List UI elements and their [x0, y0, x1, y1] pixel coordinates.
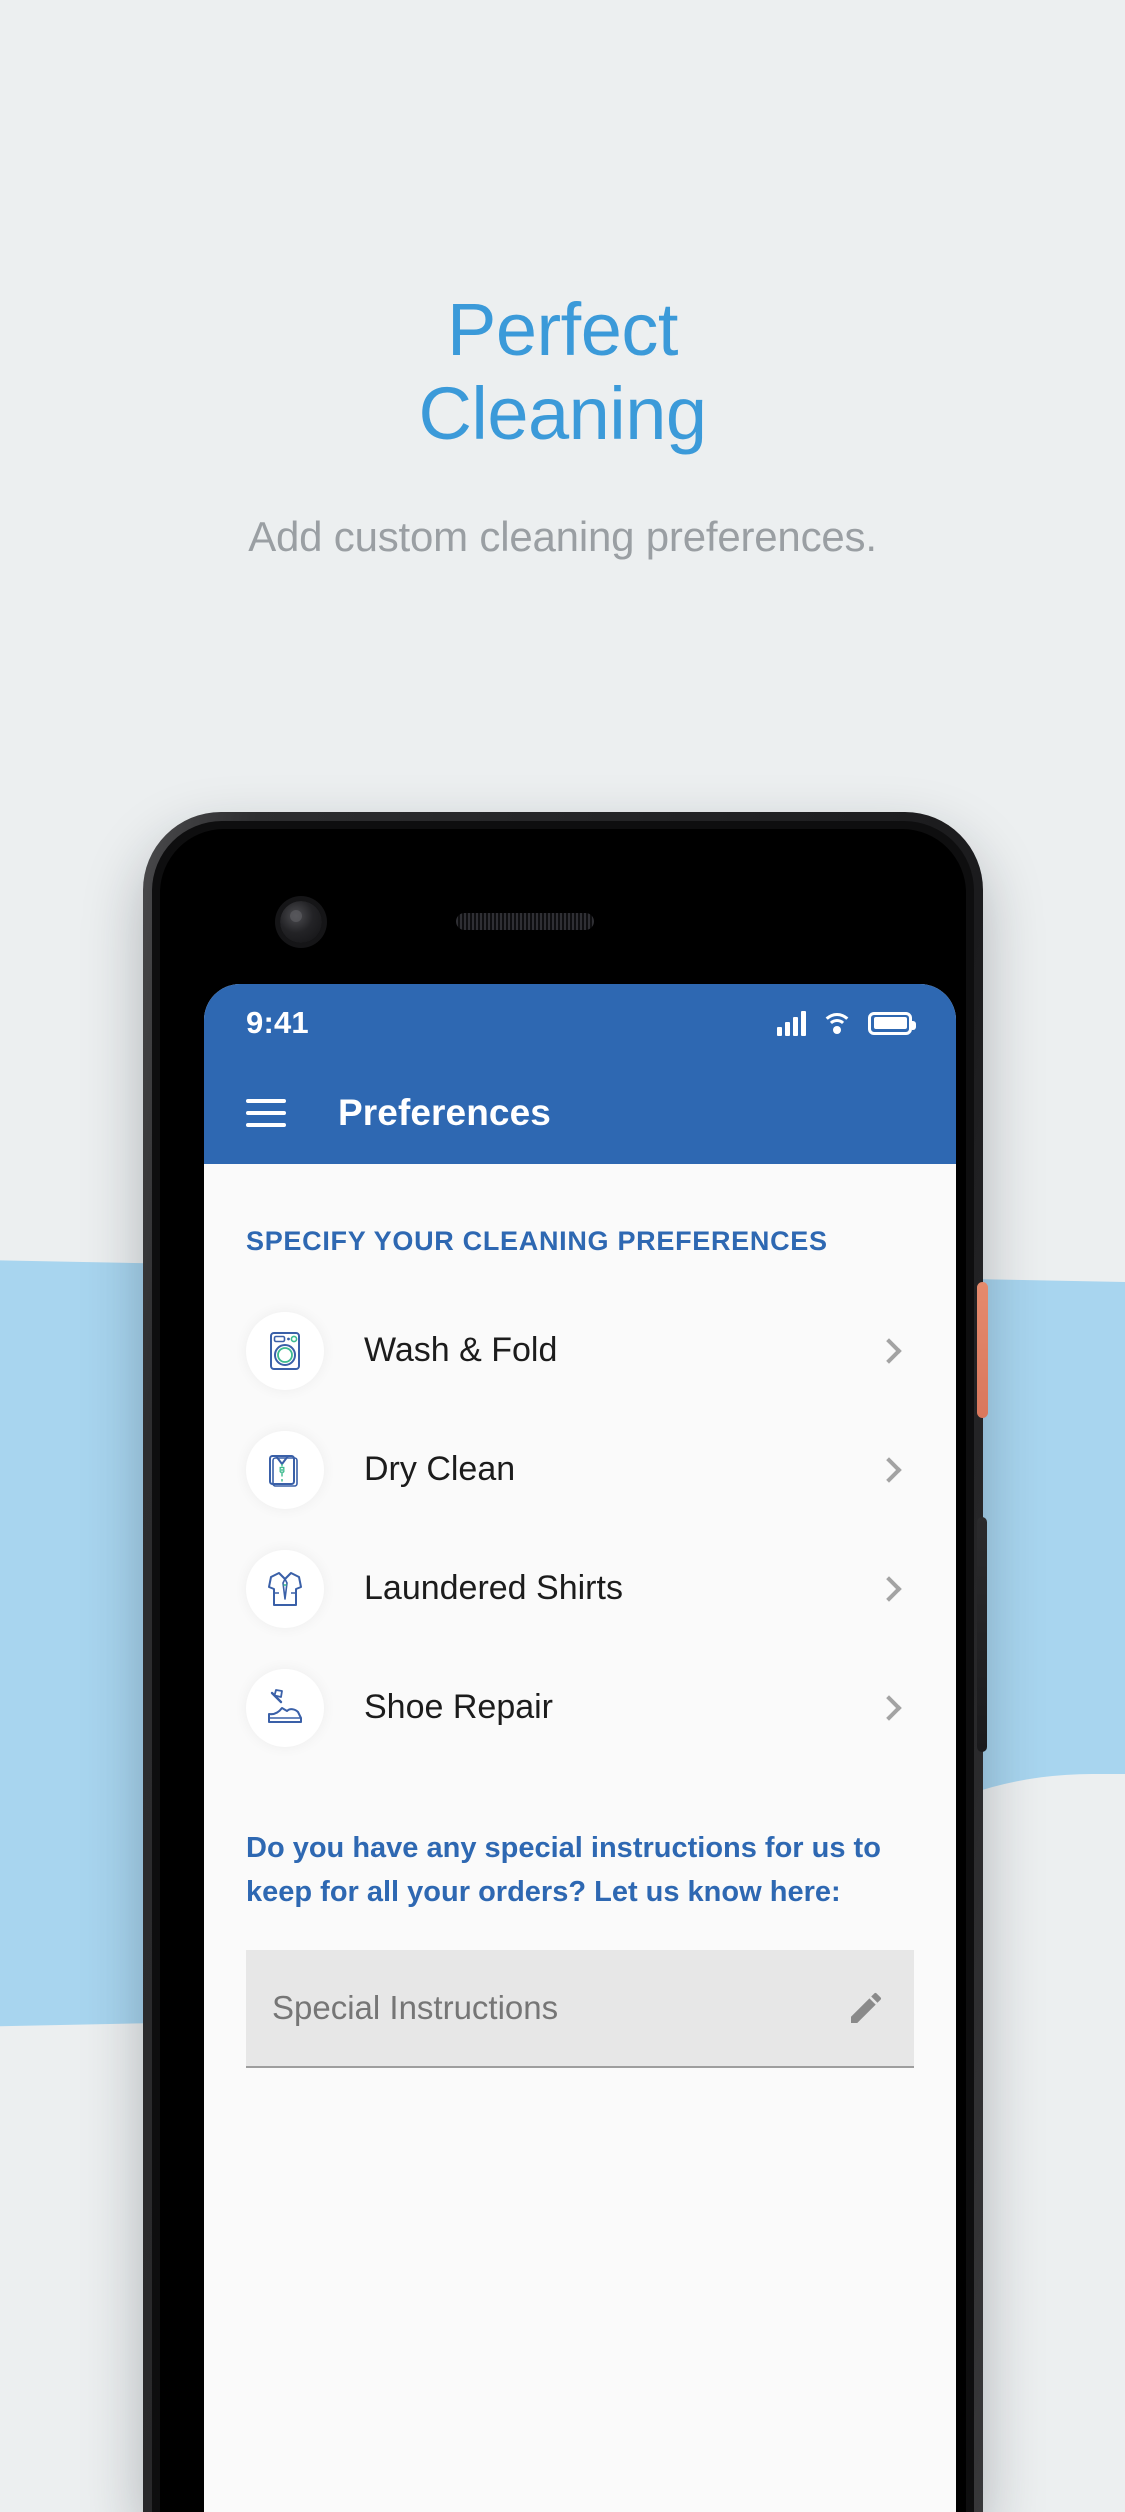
list-item-dry-clean[interactable]: Dry Clean — [204, 1410, 956, 1529]
device-bezel: 9:41 Preferences SPECIFY YOUR CLEANING P… — [160, 829, 966, 2512]
special-instructions-prompt: Do you have any special instructions for… — [246, 1832, 881, 1908]
chevron-right-icon[interactable] — [876, 1456, 902, 1483]
hammer-shoe-icon — [246, 1668, 324, 1747]
special-instructions-placeholder: Special Instructions — [272, 1989, 559, 2026]
promo-title-line-2: Cleaning — [418, 371, 707, 455]
battery-full-icon — [868, 1011, 916, 1035]
phone-device-mockup: 9:41 Preferences SPECIFY YOUR CLEANING P… — [143, 812, 988, 2512]
earpiece-speaker-icon — [456, 913, 594, 930]
special-instructions-input[interactable]: Special Instructions — [246, 1950, 914, 2068]
pencil-icon[interactable] — [846, 1988, 886, 2028]
page-title: Perfect Cleaning — [0, 0, 1125, 455]
list-item-laundered-shirts[interactable]: Laundered Shirts — [204, 1529, 956, 1648]
promo-header: Perfect Cleaning Add custom cleaning pre… — [0, 0, 1125, 561]
section-header: SPECIFY YOUR CLEANING PREFERENCES — [246, 1226, 828, 1256]
signal-bars-icon — [777, 1010, 806, 1036]
washing-machine-icon — [246, 1311, 324, 1390]
list-item-wash-and-fold[interactable]: Wash & Fold — [204, 1291, 956, 1410]
wifi-icon — [821, 1011, 853, 1035]
app-bar: Preferences — [204, 1062, 956, 1164]
volume-button[interactable] — [977, 1517, 987, 1752]
folded-shirt-icon — [246, 1430, 324, 1509]
screen-content: SPECIFY YOUR CLEANING PREFERENCES Wash &… — [204, 1164, 956, 2512]
promo-subtitle: Add custom cleaning preferences. — [248, 513, 877, 561]
front-camera-icon — [280, 901, 322, 943]
chevron-right-icon[interactable] — [876, 1694, 902, 1721]
dress-shirt-tie-icon — [246, 1549, 324, 1628]
status-bar-time: 9:41 — [246, 1005, 309, 1040]
app-bar-title: Preferences — [338, 1092, 551, 1133]
chevron-right-icon[interactable] — [876, 1337, 902, 1364]
status-bar: 9:41 — [204, 984, 956, 1062]
preferences-list: Wash & Fold Dry Clean Laundered Shirts S… — [204, 1291, 956, 1767]
hamburger-menu-icon[interactable] — [246, 1099, 286, 1127]
list-item-shoe-repair[interactable]: Shoe Repair — [204, 1648, 956, 1767]
list-item-label: Dry Clean — [364, 1450, 516, 1488]
status-bar-icons — [777, 1010, 916, 1036]
power-button[interactable] — [977, 1282, 988, 1418]
list-item-label: Wash & Fold — [364, 1331, 558, 1369]
chevron-right-icon[interactable] — [876, 1575, 902, 1602]
promo-title-line-1: Perfect — [447, 288, 678, 371]
phone-screen: 9:41 Preferences SPECIFY YOUR CLEANING P… — [204, 984, 956, 2512]
list-item-label: Laundered Shirts — [364, 1569, 623, 1607]
list-item-label: Shoe Repair — [364, 1688, 554, 1726]
